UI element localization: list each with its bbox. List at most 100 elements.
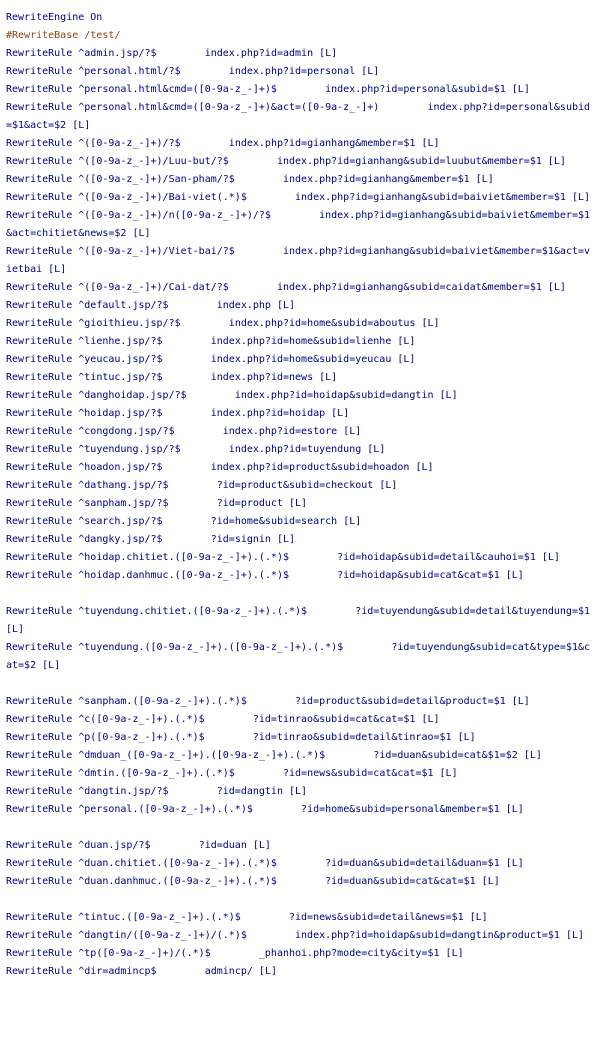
- rule-pattern: ^admin.jsp/?$: [78, 48, 157, 59]
- rule-pattern: ^dangky.jsp/?$: [78, 534, 163, 545]
- rule-pattern: ^search.jsp/?$: [78, 516, 163, 527]
- rewrite-rule-line: RewriteRule ^duan.jsp/?$ ?id=duan [L]: [6, 837, 594, 855]
- rewrite-rule-line: RewriteRule ^dmtin.([0-9a-z_-]+).(.*)$ ?…: [6, 765, 594, 783]
- rewrite-rule-line: RewriteRule ^hoadon.jsp/?$ index.php?id=…: [6, 459, 594, 477]
- rewrite-rule-line: RewriteRule ^tuyendung.([0-9a-z_-]+).([0…: [6, 639, 594, 675]
- rule-flags: [L]: [361, 66, 380, 77]
- rule-flags: [L]: [511, 696, 530, 707]
- rewrite-rule-line: RewriteRule ^gioithieu.jsp/?$ index.php?…: [6, 315, 594, 333]
- rule-pattern: ^sanpham.([0-9a-z_-]+).(.*)$: [78, 696, 247, 707]
- rule-keyword: RewriteRule: [6, 390, 73, 401]
- rewrite-rule-line: RewriteRule ^tuyendung.chitiet.([0-9a-z_…: [6, 603, 594, 639]
- rewrite-rule-line: RewriteRule ^admin.jsp/?$ index.php?id=a…: [6, 45, 594, 63]
- rule-flags: [L]: [258, 966, 277, 977]
- directive-line: RewriteEngine On: [6, 9, 594, 27]
- rule-pattern: ^c([0-9a-z_-]+).(.*)$: [78, 714, 205, 725]
- rule-substitution: ?id=news&subid=cat&cat=$1: [282, 768, 434, 779]
- rule-keyword: RewriteRule: [6, 210, 73, 221]
- rule-keyword: RewriteRule: [6, 876, 73, 887]
- rule-pattern: ^danghoidap.jsp/?$: [78, 390, 187, 401]
- rule-flags: [L]: [439, 390, 458, 401]
- rule-pattern: ^personal.html/?$: [78, 66, 181, 77]
- rule-substitution: index.php: [216, 300, 271, 311]
- rule-flags: [L]: [421, 138, 440, 149]
- rule-substitution: index.php?id=home&subid=aboutus: [228, 318, 416, 329]
- rule-substitution: index.php?id=hoidap&subid=dangtin&produc…: [295, 930, 560, 941]
- rule-pattern: ^tuyendung.chitiet.([0-9a-z_-]+).(.*)$: [78, 606, 308, 617]
- rule-keyword: RewriteRule: [6, 534, 73, 545]
- rule-keyword: RewriteRule: [6, 498, 73, 509]
- rule-pattern: ^congdong.jsp/?$: [78, 426, 175, 437]
- rule-pattern: ^sanpham.jsp/?$: [78, 498, 169, 509]
- rule-keyword: RewriteRule: [6, 138, 73, 149]
- rule-flags: [L]: [439, 768, 458, 779]
- rewrite-rule-line: RewriteRule ^dathang.jsp/?$ ?id=product&…: [6, 477, 594, 495]
- rewrite-rule-line: RewriteRule ^default.jsp/?$ index.php [L…: [6, 297, 594, 315]
- rule-substitution: index.php?id=gianhang&subid=luubut&membe…: [276, 156, 542, 167]
- rule-substitution: ?id=dangtin: [216, 786, 283, 797]
- rule-pattern: ^dangtin.jsp/?$: [78, 786, 169, 797]
- rule-keyword: RewriteRule: [6, 48, 73, 59]
- rule-keyword: RewriteRule: [6, 408, 73, 419]
- rule-keyword: RewriteRule: [6, 930, 73, 941]
- rule-substitution: index.php?id=gianhang&member=$1: [228, 138, 416, 149]
- rule-keyword: RewriteRule: [6, 516, 73, 527]
- rule-pattern: ^hoidap.jsp/?$: [78, 408, 163, 419]
- rule-keyword: RewriteRule: [6, 336, 73, 347]
- rule-substitution: ?id=product&subid=detail&product=$1: [295, 696, 506, 707]
- rule-flags: [L]: [541, 552, 560, 563]
- rule-pattern: ^lienhe.jsp/?$: [78, 336, 163, 347]
- rule-substitution: ?id=duan&subid=cat&cat=$1: [325, 876, 476, 887]
- rule-substitution: _phanhoi.php?mode=city&city=$1: [258, 948, 440, 959]
- rule-flags: [L]: [547, 282, 566, 293]
- rewrite-rule-line: RewriteRule ^([0-9a-z_-]+)/Bai-viet(.*)$…: [6, 189, 594, 207]
- rewrite-rule-line: RewriteRule ^tuyendung.jsp/?$ index.php?…: [6, 441, 594, 459]
- rule-keyword: RewriteRule: [6, 552, 73, 563]
- rewrite-rule-line: RewriteRule ^congdong.jsp/?$ index.php?i…: [6, 423, 594, 441]
- rule-substitution: ?id=hoidap&subid=cat&cat=$1: [337, 570, 500, 581]
- rule-flags: [L]: [252, 840, 271, 851]
- directive-text: RewriteEngine On: [6, 12, 103, 23]
- rule-pattern: ^tuyendung.jsp/?$: [78, 444, 181, 455]
- rule-substitution: ?id=home&subid=personal&member=$1: [301, 804, 500, 815]
- rule-pattern: ^duan.danhmuc.([0-9a-z_-]+).(.*)$: [78, 876, 277, 887]
- rule-substitution: ?id=product: [216, 498, 283, 509]
- rule-keyword: RewriteRule: [6, 570, 73, 581]
- rewrite-rule-line: RewriteRule ^hoidap.jsp/?$ index.php?id=…: [6, 405, 594, 423]
- rewrite-rule-line: RewriteRule ^personal.html&cmd=([0-9a-z_…: [6, 99, 594, 135]
- rewrite-rule-line: RewriteRule ^sanpham.jsp/?$ ?id=product …: [6, 495, 594, 513]
- rule-keyword: RewriteRule: [6, 84, 73, 95]
- rule-pattern: ^p([0-9a-z_-]+).(.*)$: [78, 732, 205, 743]
- rule-flags: [L]: [421, 318, 440, 329]
- rule-keyword: RewriteRule: [6, 102, 73, 113]
- rewrite-rule-line: RewriteRule ^dangky.jsp/?$ ?id=signin [L…: [6, 531, 594, 549]
- rule-flags: [L]: [421, 714, 440, 725]
- rule-substitution: ?id=duan&subid=detail&duan=$1: [325, 858, 500, 869]
- rewrite-rule-line: RewriteRule ^dangtin.jsp/?$ ?id=dangtin …: [6, 783, 594, 801]
- rule-keyword: RewriteRule: [6, 912, 73, 923]
- rule-flags: [L]: [547, 156, 566, 167]
- rule-pattern: ^([0-9a-z_-]+)/Luu-but/?$: [78, 156, 229, 167]
- rule-flags: [L]: [132, 228, 151, 239]
- rule-substitution: ?id=duan: [198, 840, 247, 851]
- rule-substitution: ?id=tuyendung&subid=detail&tuyendung=$1: [355, 606, 591, 617]
- rule-substitution: ?id=signin: [210, 534, 271, 545]
- rule-keyword: RewriteRule: [6, 642, 73, 653]
- rewrite-rule-line: RewriteRule ^personal.html/?$ index.php?…: [6, 63, 594, 81]
- rewrite-rule-line: RewriteRule ^lienhe.jsp/?$ index.php?id=…: [6, 333, 594, 351]
- rule-keyword: RewriteRule: [6, 462, 73, 473]
- rule-flags: [L]: [319, 48, 338, 59]
- rule-keyword: RewriteRule: [6, 948, 73, 959]
- rewrite-rule-line: RewriteRule ^([0-9a-z_-]+)/?$ index.php?…: [6, 135, 594, 153]
- rule-flags: [L]: [319, 372, 338, 383]
- rule-substitution: index.php?id=tuyendung: [228, 444, 362, 455]
- rule-pattern: ^dir=admincp$: [78, 966, 157, 977]
- rule-flags: [L]: [331, 408, 350, 419]
- rule-flags: [L]: [571, 192, 591, 203]
- rule-flags: [L]: [475, 174, 494, 185]
- rewrite-rule-line: RewriteRule ^([0-9a-z_-]+)/San-pham/?$ i…: [6, 171, 594, 189]
- rewrite-rule-line: RewriteRule ^personal.html&cmd=([0-9a-z_…: [6, 81, 594, 99]
- rewrite-rule-line: RewriteRule ^p([0-9a-z_-]+).(.*)$ ?id=ti…: [6, 729, 594, 747]
